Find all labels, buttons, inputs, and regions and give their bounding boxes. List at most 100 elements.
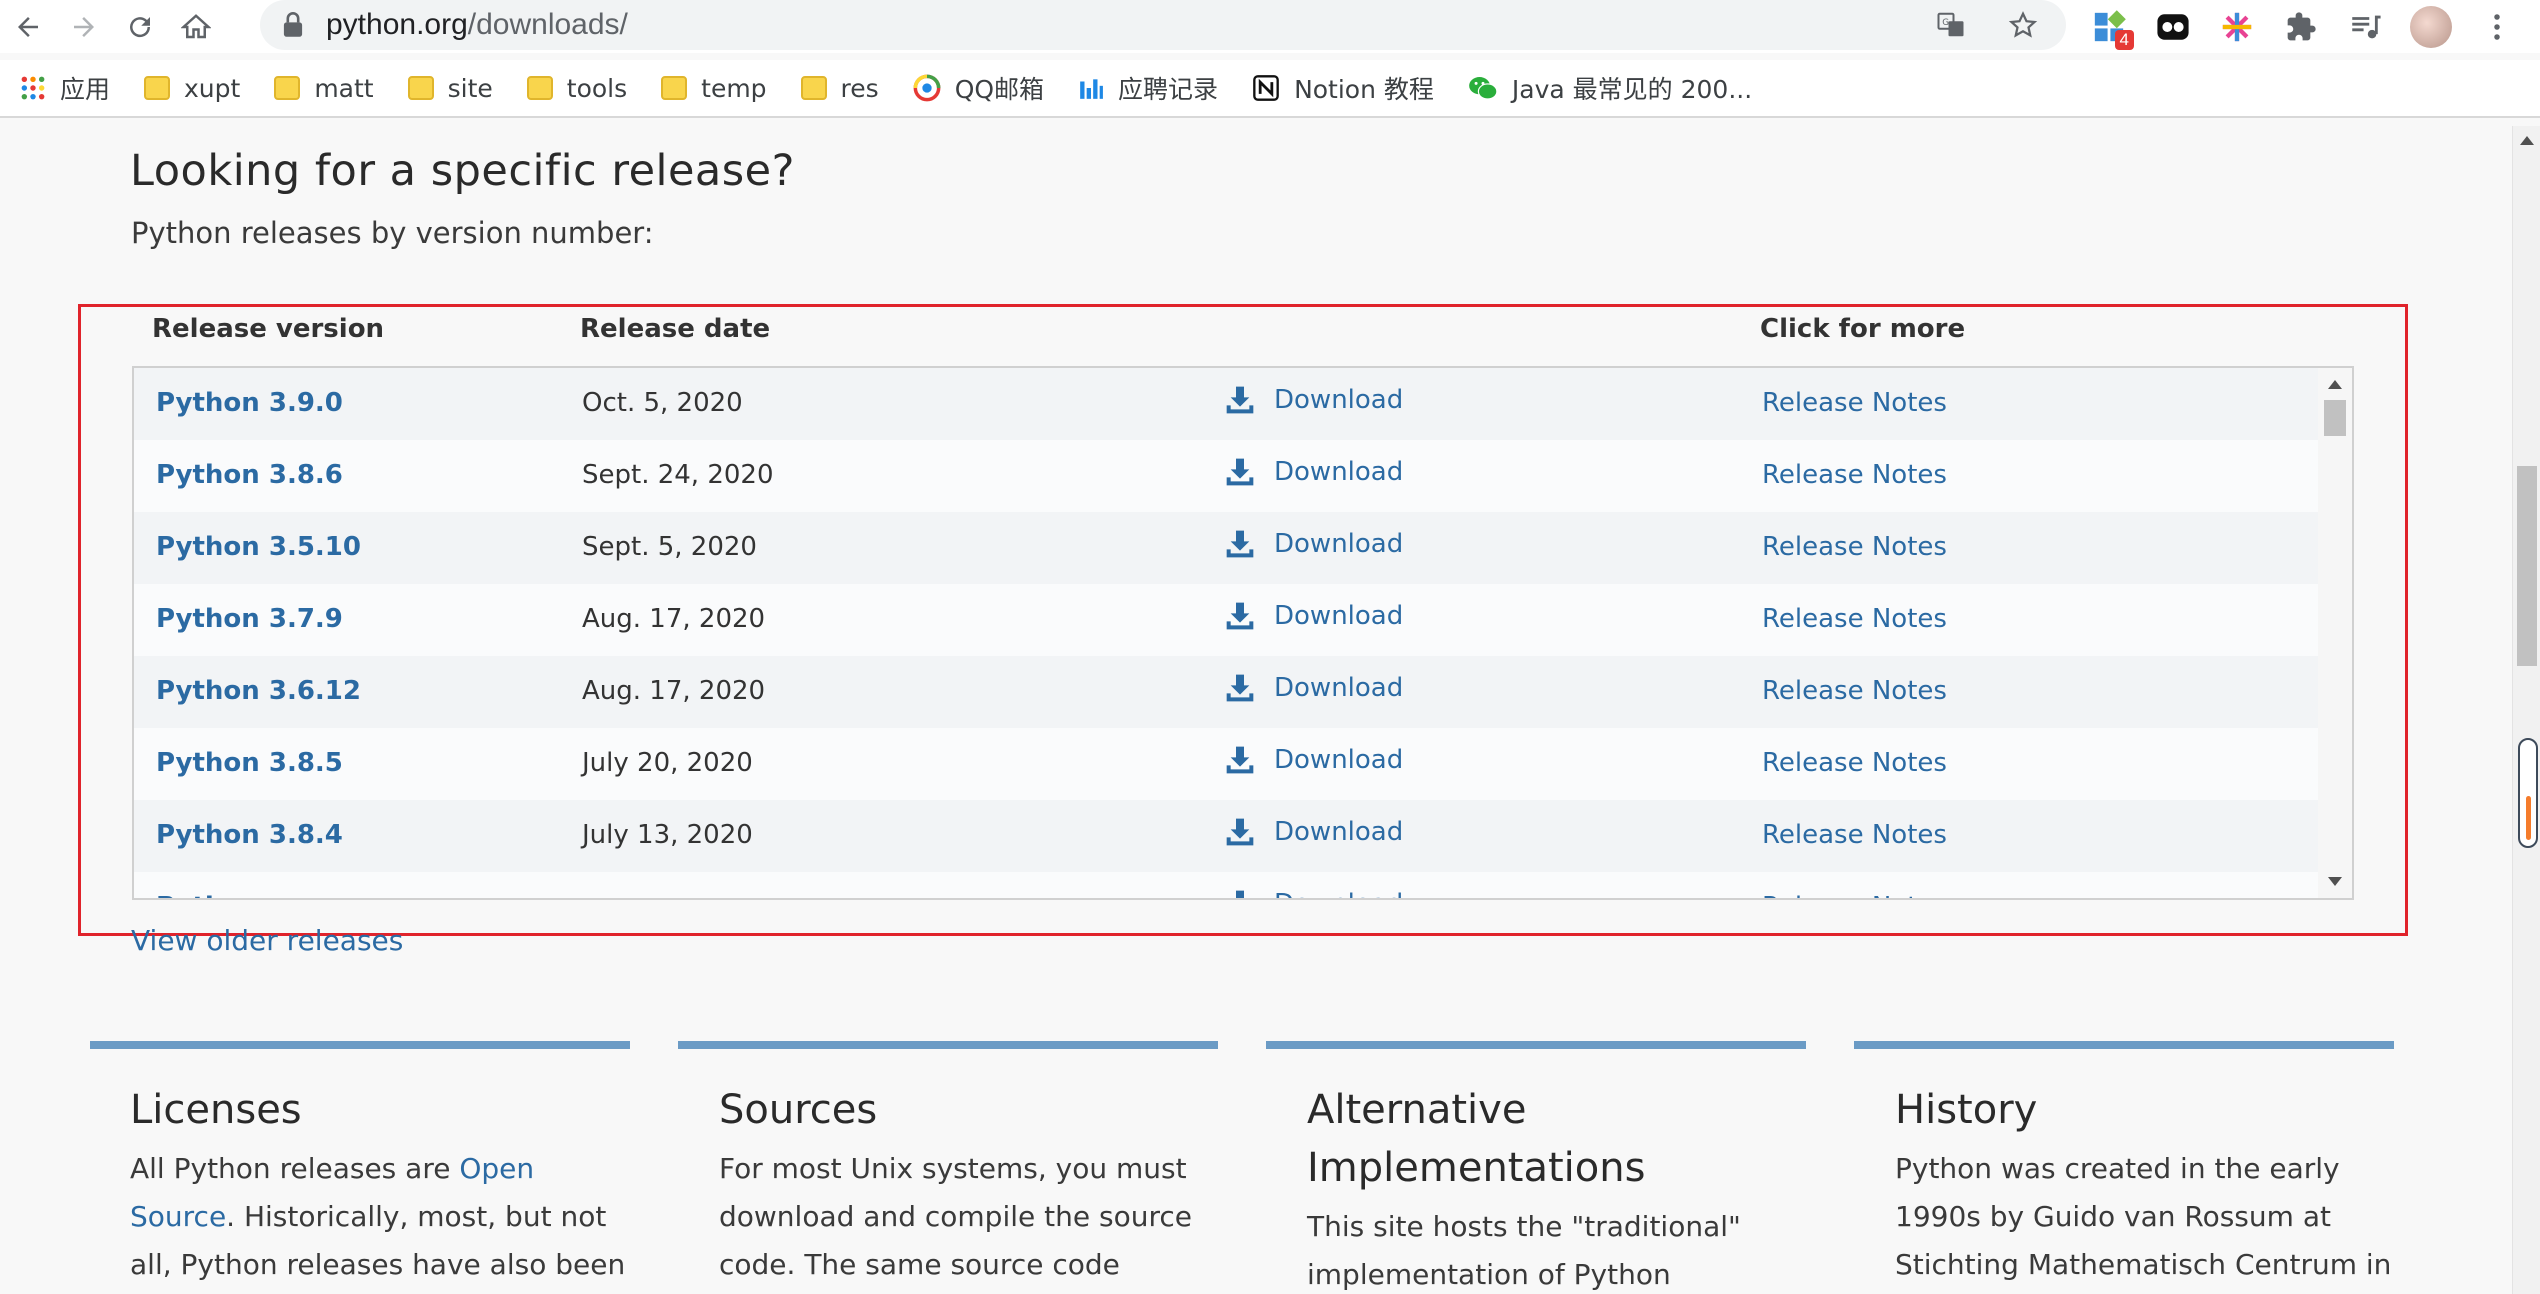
release-notes-link[interactable]: Release Notes xyxy=(1762,892,1947,898)
release-list[interactable]: Python 3.9.0 Oct. 5, 2020 Download Relea… xyxy=(132,366,2354,900)
release-notes-link[interactable]: Release Notes xyxy=(1762,748,1947,778)
release-notes-link[interactable]: Release Notes xyxy=(1762,532,1947,562)
licenses-section: Licenses All Python releases are Open So… xyxy=(130,1081,630,1294)
page-subtitle: Python releases by version number: xyxy=(131,216,654,250)
scroll-up-arrow-icon[interactable] xyxy=(2328,380,2342,389)
list-item: Python ... ... Download Release Notes xyxy=(134,872,2320,898)
download-icon xyxy=(1226,602,1254,630)
bookmark-folder-res[interactable]: res xyxy=(789,66,891,110)
folder-icon xyxy=(407,76,434,100)
release-version-link[interactable]: Python 3.8.4 xyxy=(156,820,343,850)
address-bar[interactable]: python.org/downloads/ G xyxy=(260,0,2066,50)
bookmark-label: xupt xyxy=(184,73,241,103)
download-link[interactable]: Download xyxy=(1224,600,1403,632)
release-notes-link[interactable]: Release Notes xyxy=(1762,388,1947,418)
folder-icon xyxy=(274,76,301,100)
puzzle-icon[interactable] xyxy=(2282,8,2320,46)
list-item: Python 3.8.6 Sept. 24, 2020 Download Rel… xyxy=(134,440,2320,512)
header-release-date: Release date xyxy=(580,314,771,344)
release-date: July 13, 2020 xyxy=(582,820,753,850)
release-notes-link[interactable]: Release Notes xyxy=(1762,676,1947,706)
column-divider-bar xyxy=(1854,1041,2394,1049)
qqmail-icon xyxy=(913,74,941,102)
release-notes-link[interactable]: Release Notes xyxy=(1762,820,1947,850)
list-item: Python 3.8.5 July 20, 2020 Download Rele… xyxy=(134,728,2320,800)
release-notes-link[interactable]: Release Notes xyxy=(1762,460,1947,490)
download-link[interactable]: Download xyxy=(1224,528,1403,560)
download-icon xyxy=(1226,530,1254,558)
download-link[interactable]: Download xyxy=(1224,384,1403,416)
download-icon xyxy=(1226,674,1254,702)
bookmarks-bar: 应用 xupt matt site tools temp res QQ邮箱 应聘… xyxy=(0,60,2540,118)
column-divider-bar xyxy=(1266,1041,1806,1049)
folder-icon xyxy=(661,76,688,100)
bookmark-jobs[interactable]: 应聘记录 xyxy=(1066,66,1230,110)
home-button[interactable] xyxy=(168,1,224,53)
sources-section: Sources For most Unix systems, you must … xyxy=(719,1081,1219,1294)
release-date: Aug. 17, 2020 xyxy=(582,676,766,706)
bookmark-apps[interactable]: 应用 xyxy=(8,66,122,110)
widget-indicator xyxy=(2526,796,2531,840)
translate-icon[interactable]: G xyxy=(1934,8,1968,42)
page-scrollbar[interactable] xyxy=(2512,126,2540,1294)
licenses-text: All Python releases are Open Source. His… xyxy=(130,1145,630,1294)
bookmark-label: 应用 xyxy=(60,75,111,104)
bookmark-folder-xupt[interactable]: xupt xyxy=(132,66,252,110)
release-date: Oct. 5, 2020 xyxy=(582,388,743,418)
bookmark-folder-site[interactable]: site xyxy=(396,66,505,110)
side-floating-widget[interactable] xyxy=(2518,738,2538,848)
download-label: Download xyxy=(1274,601,1404,631)
download-link[interactable]: Download xyxy=(1224,888,1403,898)
release-version-link[interactable]: Python 3.6.12 xyxy=(156,676,361,706)
star-icon[interactable] xyxy=(2006,8,2040,42)
bookmark-notion[interactable]: Notion 教程 xyxy=(1240,66,1446,110)
release-date: Aug. 17, 2020 xyxy=(582,604,766,634)
list-item: Python 3.7.9 Aug. 17, 2020 Download Rele… xyxy=(134,584,2320,656)
download-link[interactable]: Download xyxy=(1224,816,1403,848)
download-link[interactable]: Download xyxy=(1224,672,1403,704)
bookmark-folder-temp[interactable]: temp xyxy=(649,66,778,110)
menu-icon[interactable] xyxy=(2478,8,2516,46)
bookmark-qqmail[interactable]: QQ邮箱 xyxy=(901,66,1056,110)
page-title: Looking for a specific release? xyxy=(130,146,795,196)
release-notes-link[interactable]: Release Notes xyxy=(1762,604,1947,634)
release-version-link[interactable]: Python 3.7.9 xyxy=(156,604,343,634)
extension-icon[interactable] xyxy=(2154,8,2192,46)
folder-icon xyxy=(144,76,171,100)
back-button[interactable] xyxy=(0,1,56,53)
scroll-thumb[interactable] xyxy=(2324,400,2346,436)
extension-icon[interactable] xyxy=(2218,8,2256,46)
apps-grid-icon xyxy=(21,76,45,100)
extension-icon[interactable]: 4 xyxy=(2090,8,2134,50)
download-icon xyxy=(1236,890,1244,898)
list-item: Python 3.5.10 Sept. 5, 2020 Download Rel… xyxy=(134,512,2320,584)
bookmark-folder-matt[interactable]: matt xyxy=(262,66,385,110)
media-icon[interactable] xyxy=(2346,8,2384,46)
bookmark-java[interactable]: Java 最常见的 200... xyxy=(1456,66,1764,110)
download-label: Download xyxy=(1274,385,1404,415)
wechat-icon xyxy=(1469,77,1498,100)
view-older-releases-link[interactable]: View older releases xyxy=(131,924,403,957)
bookmark-folder-tools[interactable]: tools xyxy=(515,66,639,110)
release-version-link[interactable]: Python 3.8.6 xyxy=(156,460,343,490)
scroll-up-arrow-icon[interactable] xyxy=(2520,136,2534,145)
scroll-down-arrow-icon[interactable] xyxy=(2328,877,2342,886)
forward-icon xyxy=(74,16,94,37)
bookmark-label: tools xyxy=(566,73,628,103)
download-label: Download xyxy=(1274,673,1404,703)
svg-text:G: G xyxy=(1942,18,1949,28)
reload-button[interactable] xyxy=(112,1,168,53)
download-link[interactable]: Download xyxy=(1224,744,1403,776)
release-version-link[interactable]: Python ... xyxy=(156,892,298,898)
alternative-implementations-section: Alternative Implementations This site ho… xyxy=(1307,1081,1767,1294)
release-list-scrollbar[interactable] xyxy=(2318,368,2352,898)
release-date: Sept. 5, 2020 xyxy=(582,532,757,562)
forward-button[interactable] xyxy=(56,1,112,53)
profile-avatar[interactable] xyxy=(2410,6,2452,48)
release-version-link[interactable]: Python 3.5.10 xyxy=(156,532,361,562)
download-link[interactable]: Download xyxy=(1224,456,1403,488)
release-version-link[interactable]: Python 3.9.0 xyxy=(156,388,343,418)
scroll-thumb[interactable] xyxy=(2517,466,2537,666)
release-version-link[interactable]: Python 3.8.5 xyxy=(156,748,343,778)
sources-heading: Sources xyxy=(719,1087,878,1133)
